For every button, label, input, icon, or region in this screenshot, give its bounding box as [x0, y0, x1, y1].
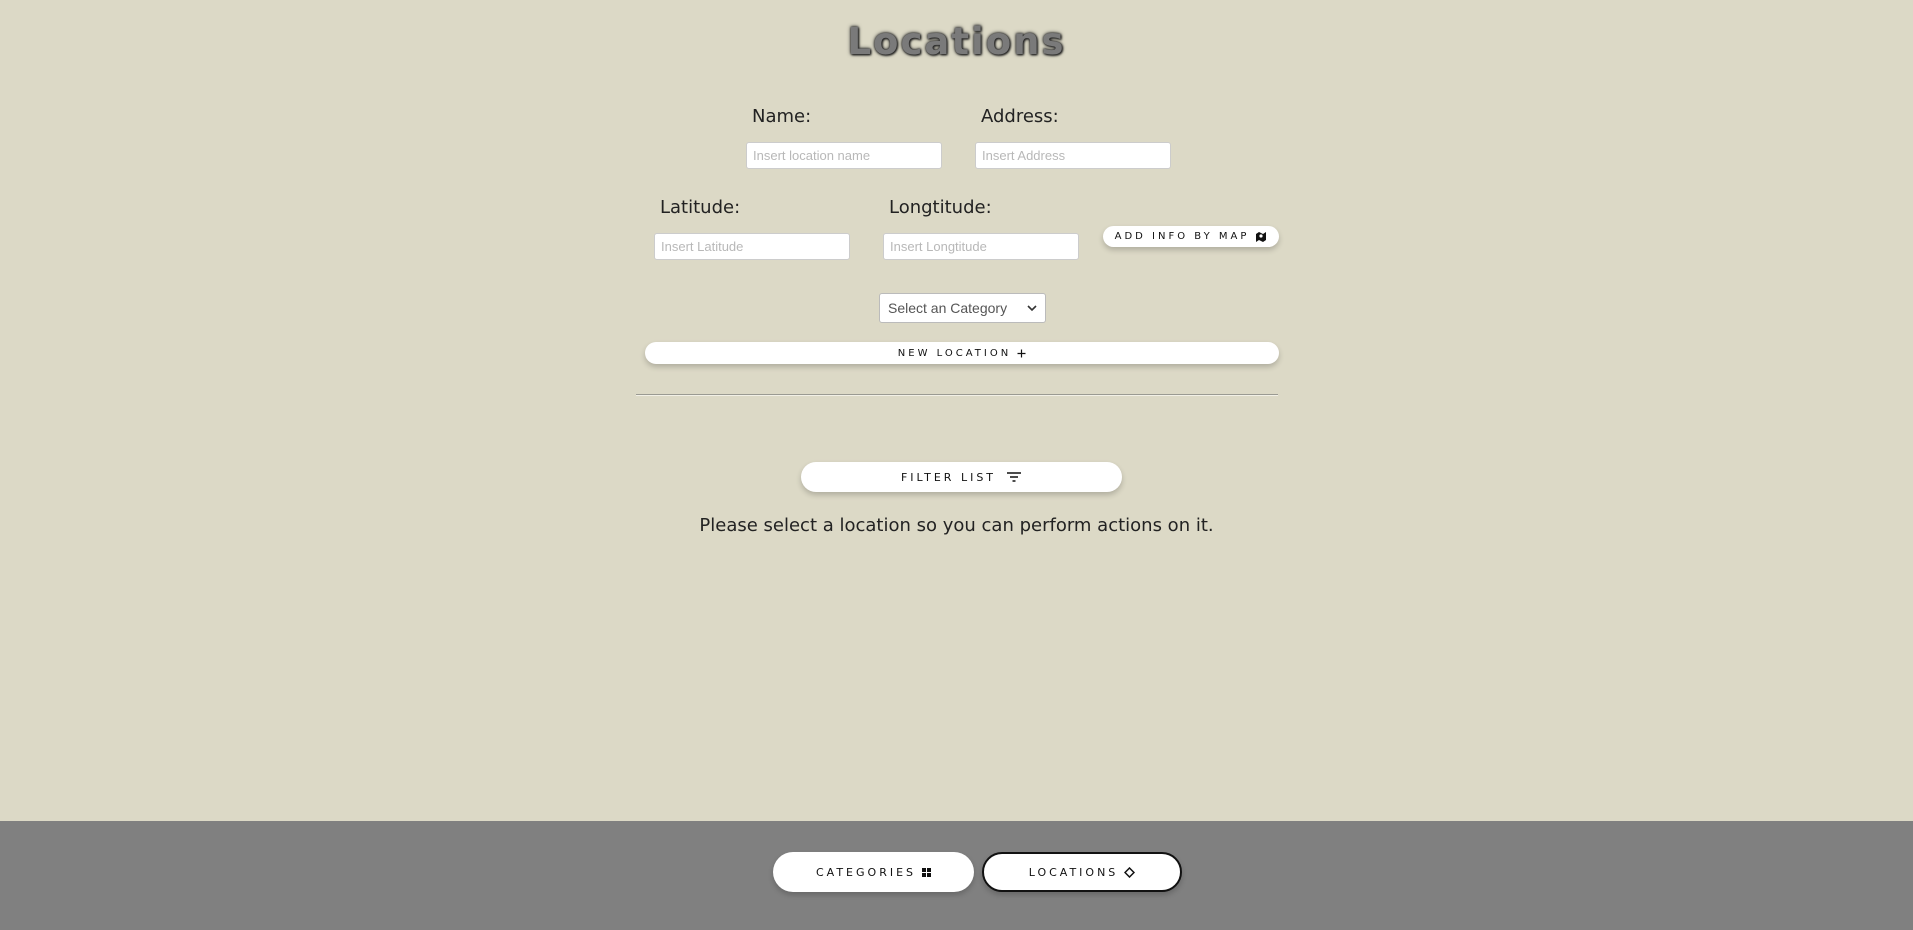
- empty-state-message: Please select a location so you can perf…: [699, 515, 1214, 536]
- diamond-icon: [1124, 866, 1136, 878]
- address-label: Address:: [981, 106, 1059, 127]
- categories-nav-button[interactable]: CATEGORIES: [773, 852, 974, 892]
- latitude-label: Latitude:: [660, 197, 741, 218]
- grid-icon: [922, 867, 932, 877]
- plus-icon: [1017, 349, 1026, 357]
- category-select-value: Select an Category: [888, 300, 1008, 316]
- map-icon: [1256, 232, 1267, 242]
- name-input[interactable]: [746, 142, 942, 169]
- new-location-button[interactable]: NEW LOCATION: [645, 342, 1279, 364]
- add-info-by-map-button[interactable]: ADD INFO BY MAP: [1103, 226, 1279, 247]
- page-title: Locations: [847, 20, 1066, 63]
- add-info-by-map-label: ADD INFO BY MAP: [1114, 231, 1250, 242]
- name-label: Name:: [752, 106, 812, 127]
- new-location-label: NEW LOCATION: [897, 347, 1012, 359]
- locations-nav-label: LOCATIONS: [1028, 865, 1119, 879]
- categories-nav-label: CATEGORIES: [815, 865, 917, 879]
- latitude-input[interactable]: [654, 233, 850, 260]
- chevron-down-icon: [1027, 304, 1037, 311]
- address-input[interactable]: [975, 142, 1171, 169]
- longitude-label: Longtitude:: [889, 197, 992, 218]
- filter-list-label: FILTER LIST: [900, 470, 997, 484]
- footer-nav: CATEGORIES LOCATIONS: [0, 821, 1913, 930]
- category-select[interactable]: Select an Category: [879, 293, 1046, 323]
- filter-icon: [1007, 472, 1022, 482]
- longitude-input[interactable]: [883, 233, 1079, 260]
- divider: [636, 394, 1278, 396]
- locations-nav-button[interactable]: LOCATIONS: [982, 852, 1182, 892]
- filter-list-button[interactable]: FILTER LIST: [801, 462, 1122, 492]
